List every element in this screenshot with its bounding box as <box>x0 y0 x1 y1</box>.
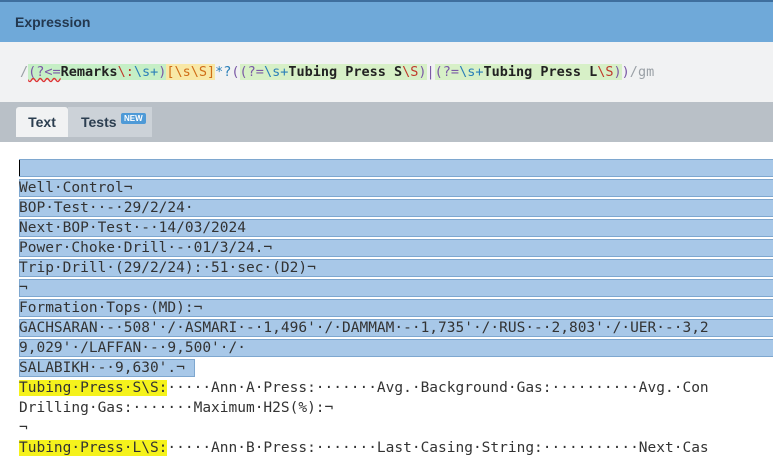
char-class: [\s\S] <box>166 64 216 80</box>
lazy-quantifier: *? <box>215 64 232 80</box>
tab-tests-label: Tests <box>81 114 117 130</box>
text-line: Formation·Tops·(MD):¬ <box>19 298 773 318</box>
tubing-l-literal: Tubing Press L <box>483 64 598 80</box>
lookbehind-group: (?<=Remarks\:\s+) <box>28 64 167 80</box>
match-tubing-s: Tubing·Press·S\S: <box>19 380 168 396</box>
text-line: BOP·Test··-·29/2/24· <box>19 198 773 218</box>
expression-header: Expression <box>0 0 773 42</box>
text-line: GACHSARAN·-·508'·/·ASMARI·-·1,496'·/·DAM… <box>19 318 773 338</box>
text-line: 9,029'·/LAFFAN·-·9,500'·/· <box>19 338 773 358</box>
text-line: ¬ <box>19 278 773 298</box>
alternation: | <box>426 64 435 80</box>
test-text-area[interactable]: Well·Control¬ BOP·Test··-·29/2/24· Next·… <box>0 142 773 461</box>
header-title: Expression <box>15 14 91 30</box>
tubing-s-literal: Tubing Press S <box>288 64 403 80</box>
lookahead-close-2: ) <box>613 64 622 80</box>
text-cursor <box>19 160 20 176</box>
text-line: ¬ <box>19 420 28 436</box>
escape-s-2: \S <box>597 64 614 80</box>
lookahead-group-1: (?=\s+Tubing Press S\S) <box>239 64 427 80</box>
text-line: Tubing·Press·S\S:·····Ann·A·Press:······… <box>19 380 709 396</box>
whitespace-token-1: \s+ <box>133 64 159 80</box>
text-line: Well·Control¬ <box>19 178 773 198</box>
lookahead-open-2: (?= <box>434 64 460 80</box>
group-close: ) <box>621 64 630 80</box>
text-line: Power·Choke·Drill·-·01/3/24.¬ <box>19 238 773 258</box>
escape-s-1: \S <box>402 64 419 80</box>
lookahead-group-2: (?=\s+Tubing Press L\S) <box>434 64 622 80</box>
text-line: SALABIKH·-·9,630'.¬ <box>19 358 773 378</box>
text-line: Drilling·Gas:·······Maximum·H2S(%):¬ <box>19 400 334 416</box>
close-slash: / <box>629 64 638 80</box>
match-tubing-l: Tubing·Press·L\S: <box>19 440 168 456</box>
regex-expression[interactable]: /(?<=Remarks\:\s+)[\s\S]*?((?=\s+Tubing … <box>20 64 654 80</box>
tab-text[interactable]: Text <box>16 107 68 137</box>
lookahead-open-1: (?= <box>239 64 264 80</box>
lookahead-close-1: ) <box>418 64 427 80</box>
group-open: ( <box>231 64 240 80</box>
open-slash: / <box>20 64 29 80</box>
text-line: Tubing·Press·L\S:·····Ann·B·Press:······… <box>19 440 709 456</box>
regex-flags[interactable]: gm <box>638 64 654 80</box>
text-lines[interactable]: Well·Control¬ BOP·Test··-·29/2/24· Next·… <box>19 158 773 458</box>
whitespace-token-3: \s+ <box>459 64 484 80</box>
escape-colon: \: <box>117 64 134 80</box>
text-line: Trip·Drill·(29/2/24):·51·sec·(D2)¬ <box>19 258 773 278</box>
text-line <box>19 158 773 178</box>
whitespace-token-2: \s+ <box>263 64 289 80</box>
text-line: Next·BOP·Test·-·14/03/2024 <box>19 218 773 238</box>
new-badge: NEW <box>121 113 146 124</box>
expression-panel[interactable]: /(?<=Remarks\:\s+)[\s\S]*?((?=\s+Tubing … <box>0 42 773 102</box>
tab-bar: Text Tests NEW <box>0 102 773 142</box>
remarks-literal: Remarks <box>60 64 118 80</box>
lookbehind-open: (?<= <box>28 64 61 80</box>
